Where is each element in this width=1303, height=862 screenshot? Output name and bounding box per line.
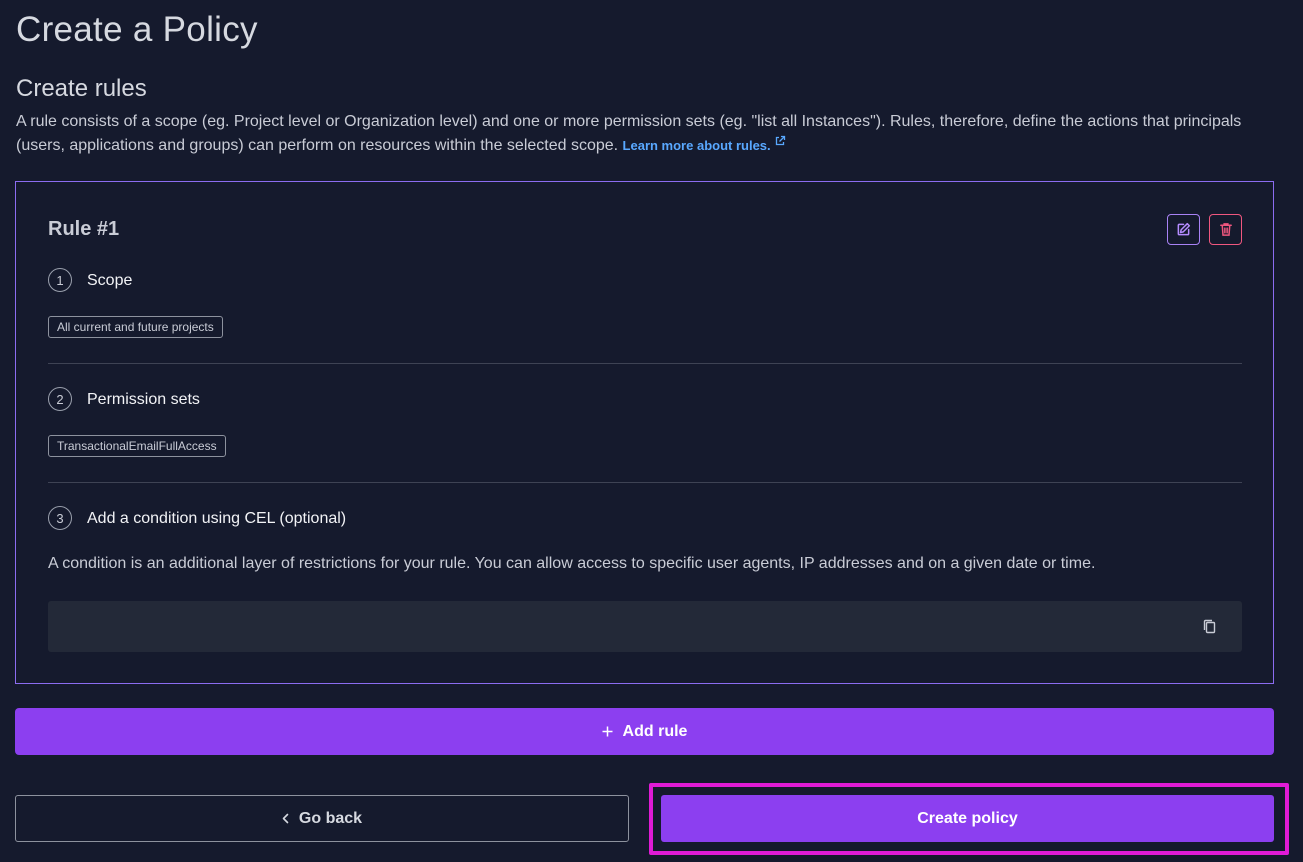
condition-description: A condition is an additional layer of re… — [48, 555, 1096, 572]
copy-icon — [1203, 619, 1215, 633]
add-rule-label: Add rule — [622, 722, 688, 740]
step-number-condition: 3 — [48, 506, 72, 530]
copy-button[interactable] — [1200, 617, 1218, 635]
chevron-left-icon — [282, 813, 289, 824]
step-label-condition: Add a condition using CEL (optional) — [87, 510, 347, 527]
learn-more-link[interactable]: Learn more about rules. — [623, 135, 786, 153]
add-rule-button[interactable]: Add rule — [15, 708, 1274, 755]
section-title: Create rules — [16, 75, 147, 102]
step-label-scope: Scope — [87, 272, 133, 289]
plus-icon — [602, 726, 613, 737]
edit-rule-button[interactable] — [1167, 214, 1200, 245]
create-policy-label: Create policy — [917, 809, 1018, 827]
step-label-permission-sets: Permission sets — [87, 391, 200, 408]
divider — [48, 482, 1242, 483]
go-back-button[interactable]: Go back — [15, 795, 629, 842]
rule-title: Rule #1 — [48, 218, 120, 240]
scope-tag: All current and future projects — [48, 316, 223, 338]
edit-icon — [1177, 222, 1191, 236]
page-title: Create a Policy — [16, 10, 258, 49]
step-number-scope: 1 — [48, 268, 72, 292]
delete-rule-button[interactable] — [1209, 214, 1242, 245]
permission-set-tag: TransactionalEmailFullAccess — [48, 435, 226, 457]
rules-description: A rule consists of a scope (eg. Project … — [16, 110, 1266, 158]
trash-icon — [1219, 223, 1232, 236]
step-number-permission-sets: 2 — [48, 387, 72, 411]
create-policy-page: Create a Policy Create rules A rule cons… — [0, 0, 1303, 862]
rule-card: Rule #1 1 Scope All current and future p… — [15, 181, 1274, 684]
go-back-label: Go back — [298, 809, 363, 827]
condition-code-box[interactable] — [48, 601, 1242, 652]
external-link-icon — [775, 135, 785, 146]
divider — [48, 363, 1242, 364]
create-policy-button[interactable]: Create policy — [661, 795, 1274, 842]
